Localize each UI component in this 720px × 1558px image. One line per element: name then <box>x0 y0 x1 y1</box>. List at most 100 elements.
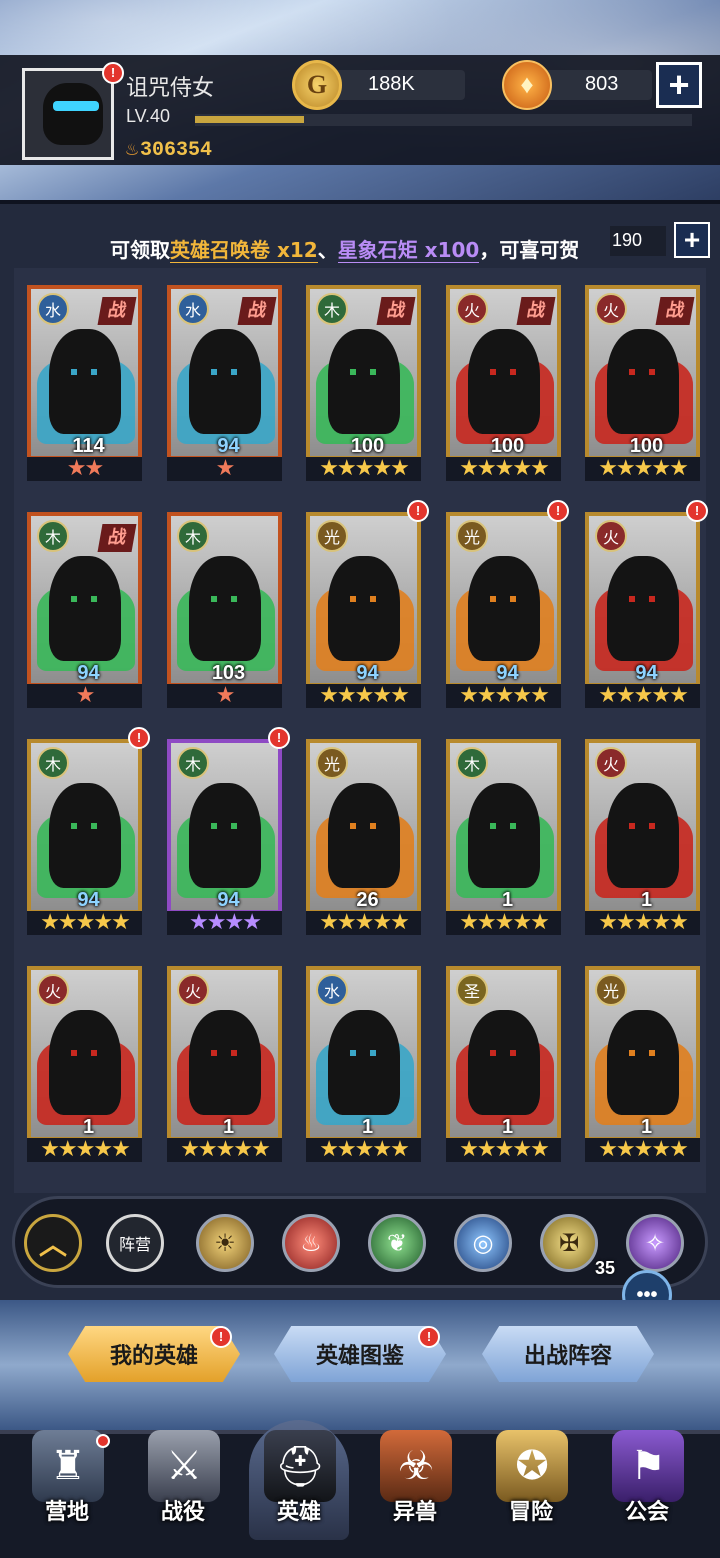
hero-card[interactable]: 光 94 ★★★★★! <box>446 500 569 708</box>
hero-silhouette <box>49 783 121 888</box>
hero-card[interactable]: 火战 100 ★★★★★ <box>446 285 561 481</box>
hero-alert-icon: ! <box>686 500 708 522</box>
fire-icon[interactable]: ♨ <box>282 1214 340 1272</box>
hero-card[interactable]: 圣 1 ★★★★★ <box>446 966 561 1162</box>
battle-lineup-button[interactable]: 出战阵容 <box>482 1326 654 1382</box>
hero-level: 114 <box>72 435 105 457</box>
hero-silhouette <box>49 329 121 434</box>
hero-silhouette <box>189 783 261 888</box>
hero-portrait: 木战 100 <box>306 285 421 460</box>
hero-card[interactable]: 水战 114 ★★ <box>27 285 142 481</box>
hero-card[interactable]: 水 1 ★★★★★ <box>306 966 421 1162</box>
hero-portrait: 光1 <box>585 966 700 1141</box>
holy-icon[interactable]: ✠ <box>540 1214 598 1272</box>
hero-card[interactable]: 木 94 ★★★★★! <box>27 727 150 935</box>
hero-card[interactable]: 木 103 ★ <box>167 512 282 708</box>
hero-card[interactable]: 光 26 ★★★★★ <box>306 739 421 935</box>
faction-icon: 木 <box>177 520 209 552</box>
hero-card[interactable]: 光 94 ★★★★★! <box>306 500 429 708</box>
hero-portrait: 木战 94 <box>27 512 142 687</box>
hero-level: 100 <box>350 435 385 457</box>
camp-filter-button[interactable]: 阵营 <box>106 1214 164 1272</box>
hero-stars: ★ <box>27 684 142 708</box>
hero-stars: ★ <box>167 684 282 708</box>
hero-card[interactable]: 光 1 ★★★★★ <box>585 966 700 1162</box>
leaf-icon[interactable]: ❦ <box>368 1214 426 1272</box>
nav-adventure[interactable]: ✪ 冒险 <box>476 1420 586 1550</box>
faction-icon: 木 <box>316 293 348 325</box>
hero-card[interactable]: 火 94 ★★★★★! <box>585 500 708 708</box>
add-gems-button[interactable]: + <box>656 62 702 108</box>
hero-eyes <box>629 369 655 375</box>
hero-portrait: 水战 114 <box>27 285 142 460</box>
nav-beasts[interactable]: ☣ 异兽 <box>360 1420 470 1550</box>
nav-camp[interactable]: ♜ 营地 <box>12 1420 122 1550</box>
hero-stars: ★★★★ <box>167 911 282 935</box>
hero-stars: ★ <box>167 457 282 481</box>
combat-power-value: 306354 <box>140 139 213 162</box>
xp-bar-fill <box>195 116 305 123</box>
hero-card[interactable]: 水战 94 ★ <box>167 285 282 481</box>
sun-icon[interactable]: ☀ <box>196 1214 254 1272</box>
hero-card[interactable]: 火 1 ★★★★★ <box>585 739 700 935</box>
faction-icon: 水 <box>37 293 69 325</box>
hero-portrait: 火 94 <box>585 512 700 687</box>
hero-silhouette <box>328 1010 400 1115</box>
faction-icon: 水 <box>316 974 348 1006</box>
hero-portrait: 火1 <box>27 966 142 1141</box>
hero-card[interactable]: 木战 100 ★★★★★ <box>306 285 421 481</box>
in-battle-badge: 战 <box>97 524 137 552</box>
hero-level: 1 <box>501 889 514 911</box>
nav-heroes[interactable]: ⛑ 英雄 <box>244 1420 354 1550</box>
hero-portrait: 圣1 <box>446 966 561 1141</box>
faction-icon: 木 <box>37 747 69 779</box>
gem-amount: 803 <box>585 73 619 95</box>
player-avatar[interactable] <box>22 68 114 160</box>
hero-card[interactable]: 木 1 ★★★★★ <box>446 739 561 935</box>
notice-item2-name: 星象石矩 <box>337 238 418 262</box>
hero-stars: ★★★★★ <box>585 911 700 935</box>
scroll-counter: 190 <box>610 226 666 256</box>
hero-card[interactable]: 火 1 ★★★★★ <box>27 966 142 1162</box>
hero-card[interactable]: 木战 94 ★ <box>27 512 142 708</box>
hero-card[interactable]: 木 94 ★★★★! <box>167 727 290 935</box>
hero-stars: ★★★★★ <box>306 684 421 708</box>
hero-silhouette <box>328 556 400 661</box>
hero-level: 1 <box>82 1116 95 1138</box>
in-battle-badge: 战 <box>516 297 556 325</box>
hero-level: 94 <box>217 889 240 911</box>
add-scroll-button[interactable]: + <box>674 222 710 258</box>
hero-silhouette <box>328 783 400 888</box>
faction-icon: 火 <box>595 293 627 325</box>
nav-campaign[interactable]: ⚔ 战役 <box>128 1420 238 1550</box>
hero-stars: ★★★★★ <box>585 684 700 708</box>
hero-stars: ★★ <box>27 457 142 481</box>
hero-eyes <box>629 596 655 602</box>
collapse-chevron-icon[interactable]: ︿ <box>24 1214 82 1272</box>
hero-card[interactable]: 火战 100 ★★★★★ <box>585 285 700 481</box>
hero-portrait: 火战 100 <box>585 285 700 460</box>
hero-card[interactable]: 火 1 ★★★★★ <box>167 966 282 1162</box>
faction-icon: 火 <box>456 293 488 325</box>
void-icon[interactable]: ✧ <box>626 1214 684 1272</box>
hero-eyes <box>71 1050 97 1056</box>
nav-guild[interactable]: ⚑ 公会 <box>592 1420 702 1550</box>
hero-eyes <box>211 369 237 375</box>
hero-portrait: 木 103 <box>167 512 282 687</box>
my-heroes-alert-icon: ! <box>210 1326 232 1348</box>
faction-icon: 圣 <box>456 974 488 1006</box>
faction-icon: 光 <box>316 747 348 779</box>
hero-stars: ★★★★★ <box>446 457 561 481</box>
hero-level: 1 <box>222 1116 235 1138</box>
compass-icon: ✪ <box>496 1430 568 1502</box>
hero-level: 1 <box>640 1116 653 1138</box>
hero-portrait: 木1 <box>446 739 561 914</box>
hero-silhouette <box>328 329 400 434</box>
water-icon[interactable]: ◎ <box>454 1214 512 1272</box>
hero-eyes <box>350 1050 376 1056</box>
hero-level: 94 <box>496 662 519 684</box>
faction-icon: 木 <box>177 747 209 779</box>
notice-separator: 、 <box>317 238 338 262</box>
notice-prefix: 可领取 <box>110 238 170 262</box>
hero-stars: ★★★★★ <box>446 684 561 708</box>
